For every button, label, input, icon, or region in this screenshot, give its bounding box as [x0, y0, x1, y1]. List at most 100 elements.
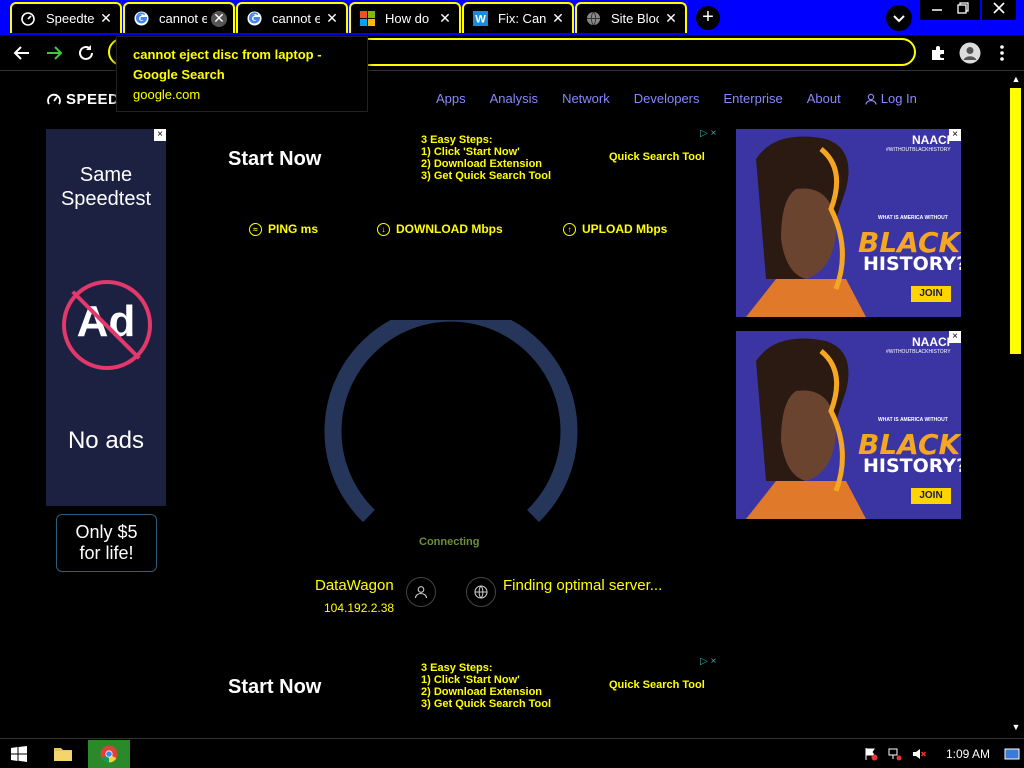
nav-network[interactable]: Network: [562, 91, 610, 106]
ping-icon: ≈: [249, 222, 262, 236]
show-desktop-button[interactable]: [1002, 740, 1022, 768]
tab-title: cannot eject: [272, 11, 320, 26]
close-icon: [993, 2, 1005, 14]
chrome-taskbar-button[interactable]: [88, 740, 130, 768]
center-ad-bottom[interactable]: Start Now 3 Easy Steps: 1) Click 'Start …: [226, 656, 722, 728]
nav-developers[interactable]: Developers: [634, 91, 700, 106]
nav-analysis[interactable]: Analysis: [490, 91, 538, 106]
tooltip-title: cannot eject disc from laptop - Google S…: [133, 47, 322, 82]
logo-text: SPEED: [66, 91, 120, 108]
connecting-status: Connecting: [419, 536, 480, 548]
file-explorer-button[interactable]: [40, 740, 86, 768]
extensions-button[interactable]: [926, 41, 950, 65]
scroll-up-icon[interactable]: ▲: [1010, 74, 1022, 86]
nav-login[interactable]: Log In: [865, 91, 917, 106]
reload-button[interactable]: [74, 41, 98, 65]
nav-apps[interactable]: Apps: [436, 91, 466, 106]
tab-site-block[interactable]: Site Block ✕: [575, 2, 687, 33]
tab-search-button[interactable]: [886, 5, 912, 31]
notification-flag-button[interactable]: [862, 740, 880, 768]
only-5-button[interactable]: Only $5 for life!: [56, 514, 157, 572]
tab-fix-cant[interactable]: W Fix: Can't ✕: [462, 2, 574, 33]
ad-close-button[interactable]: ×: [949, 129, 961, 141]
close-icon[interactable]: ✕: [324, 10, 340, 27]
steps-title: 3 Easy Steps:: [421, 134, 493, 146]
arrow-left-icon: [13, 46, 29, 60]
speedtest-icon: [47, 93, 61, 104]
join-button[interactable]: JOIN: [911, 286, 951, 302]
tab-how-do-i[interactable]: How do I ✕: [349, 2, 461, 33]
ad-question: WHAT IS AMERICA WITHOUT: [878, 417, 948, 423]
folder-icon: [54, 748, 72, 761]
nav-enterprise[interactable]: Enterprise: [724, 91, 783, 106]
svg-text:W: W: [475, 14, 486, 26]
close-icon[interactable]: ✕: [437, 10, 453, 27]
download-metric: ↓ DOWNLOAD Mbps: [377, 222, 503, 236]
w-icon: W: [472, 11, 488, 27]
speedtest-icon: [20, 11, 36, 27]
ad-question: WHAT IS AMERICA WITHOUT: [878, 215, 948, 221]
taskbar: 1:09 AM: [0, 738, 1024, 768]
network-button[interactable]: [886, 740, 904, 768]
isp-name: DataWagon: [315, 577, 394, 594]
network-icon: [888, 748, 902, 761]
step-1: 1) Click 'Start Now': [421, 146, 520, 158]
no-ads-text: No ads: [67, 427, 145, 454]
tab-title: Site Block: [611, 11, 659, 26]
ad-choices-icon[interactable]: ▷ ×: [700, 128, 716, 139]
center-ad-top[interactable]: Start Now 3 Easy Steps: 1) Click 'Start …: [226, 128, 722, 200]
portrait-image: [736, 129, 886, 317]
close-icon[interactable]: ✕: [663, 10, 679, 27]
nav-about[interactable]: About: [807, 91, 841, 106]
scroll-down-icon[interactable]: ▼: [1010, 722, 1022, 734]
start-button[interactable]: [4, 740, 34, 768]
start-now-button[interactable]: Start Now: [228, 148, 321, 171]
tab-speedtest[interactable]: Speedtest ✕: [10, 2, 122, 33]
ad-choices-icon[interactable]: ▷ ×: [700, 656, 716, 667]
globe-circle[interactable]: [466, 577, 496, 607]
puzzle-icon: [932, 46, 944, 60]
upload-label: UPLOAD Mbps: [582, 222, 668, 236]
portrait-image: [736, 331, 886, 519]
ad-close-button[interactable]: ×: [949, 331, 961, 343]
start-now-button[interactable]: Start Now: [228, 676, 321, 699]
tab-title: Fix: Can't: [498, 11, 546, 26]
left-ad-banner[interactable]: Same Speedtest Ad No ads ×: [46, 129, 166, 506]
forward-button[interactable]: [42, 41, 66, 65]
server-status[interactable]: Finding optimal server...: [503, 577, 662, 594]
close-icon[interactable]: ✕: [211, 10, 227, 27]
tab-cannot-eject-active[interactable]: cannot eject ✕: [123, 2, 235, 33]
menu-button[interactable]: [990, 41, 1014, 65]
chrome-icon: [100, 745, 118, 763]
reload-icon: [79, 45, 93, 60]
ad-close-button[interactable]: ×: [154, 129, 166, 141]
speedtest-logo[interactable]: SPEED: [46, 91, 119, 108]
only5-line-2: for life!: [79, 543, 134, 563]
scrollbar-thumb[interactable]: [1010, 88, 1021, 354]
ip-address: 104.192.2.38: [324, 601, 395, 615]
ad-history: HISTORY?: [863, 253, 961, 275]
tab-hover-tooltip: cannot eject disc from laptop - Google S…: [116, 36, 368, 112]
user-circle: [406, 577, 436, 607]
new-tab-button[interactable]: +: [696, 6, 720, 30]
notification-icon: [1004, 748, 1020, 760]
right-ad-top[interactable]: NAACP #WITHOUTBLACKHISTORY WHAT IS AMERI…: [736, 129, 961, 317]
right-ad-bottom[interactable]: NAACP #WITHOUTBLACKHISTORY WHAT IS AMERI…: [736, 331, 961, 519]
profile-button[interactable]: [958, 41, 982, 65]
close-icon[interactable]: ✕: [550, 10, 566, 27]
top-nav: Apps Analysis Network Developers Enterpr…: [436, 91, 941, 106]
ad-steps: 3 Easy Steps: 1) Click 'Start Now' 2) Do…: [421, 134, 551, 182]
close-window-button[interactable]: [982, 0, 1016, 20]
taskbar-clock[interactable]: 1:09 AM: [946, 747, 990, 761]
back-button[interactable]: [10, 41, 34, 65]
step-2: 2) Download Extension: [421, 158, 543, 170]
minimize-icon: [932, 9, 942, 11]
restore-button[interactable]: [946, 0, 980, 20]
close-icon[interactable]: ✕: [98, 10, 114, 27]
globe-icon: [585, 11, 601, 27]
quick-search-tool: Quick Search Tool: [609, 679, 705, 691]
volume-button[interactable]: [910, 740, 928, 768]
tab-cannot-eject[interactable]: cannot eject ✕: [236, 2, 348, 33]
join-button[interactable]: JOIN: [911, 488, 951, 504]
ad-steps: 3 Easy Steps: 1) Click 'Start Now' 2) Do…: [421, 662, 551, 710]
